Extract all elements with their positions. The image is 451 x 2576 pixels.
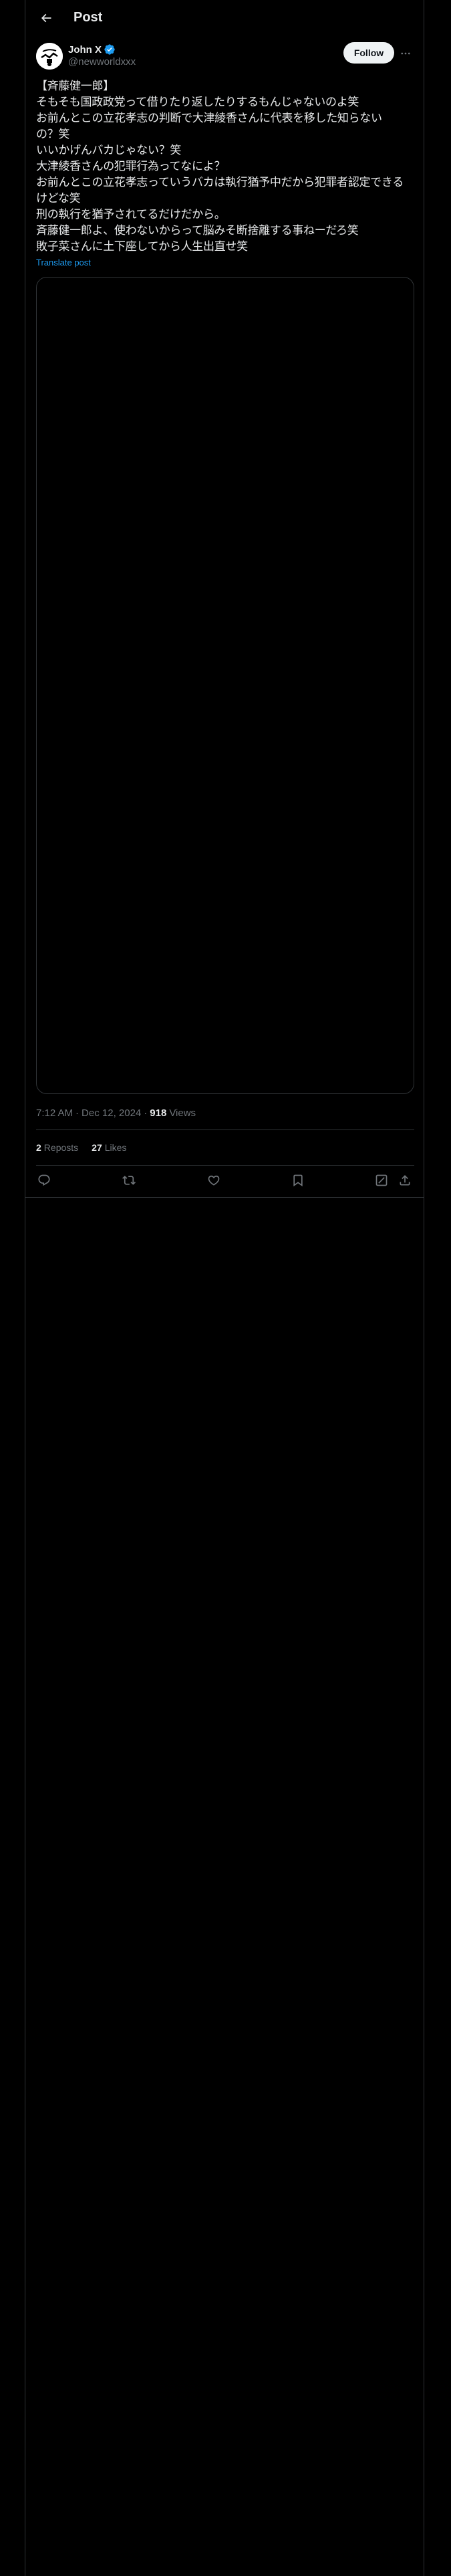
author-name[interactable]: John X (68, 44, 102, 56)
tweet-line: 敗子菜さんに土下座してから人生出直せ笑 (36, 240, 248, 253)
tweet-line: 【斉藤健一郎】 (36, 80, 114, 93)
tweet-line: いいかげんバカじゃない？笑 (36, 144, 182, 157)
divider (36, 1165, 414, 1166)
views-count: 918 (150, 1107, 167, 1119)
reply-icon (37, 1174, 51, 1187)
translate-post-link[interactable]: Translate post (36, 257, 91, 267)
tweet-line: お前んとこの立花孝志の判断で大津綾香さんに代表を移した知らない (36, 112, 382, 125)
tweet-line: 大津綾香さんの犯罪行為ってなによ？ (36, 160, 226, 173)
page-header: Post (25, 0, 424, 35)
repost-icon (122, 1174, 136, 1187)
media-video[interactable] (36, 277, 414, 1094)
likes-stat[interactable]: 27 Likes (92, 1142, 126, 1153)
share-icon (398, 1174, 412, 1187)
meta-separator: · (76, 1107, 80, 1119)
reply-button[interactable] (36, 1172, 52, 1188)
post-time[interactable]: 7:12 AM (36, 1107, 73, 1119)
more-dots-icon (400, 47, 412, 60)
reposts-label: Reposts (43, 1142, 79, 1153)
main-column: Post John X @newworldxxx Follow 【斉藤健一郎】 … (25, 0, 424, 2576)
bookmark-icon (291, 1174, 305, 1187)
heart-icon (207, 1174, 220, 1187)
avatar[interactable] (36, 43, 63, 70)
tweet-line: お前んとこの立花孝志っていうバカは執行猶予中だから犯罪者認定できる (36, 176, 404, 189)
divider (25, 1197, 424, 1198)
arrow-left-icon (39, 11, 53, 25)
post-date[interactable]: Dec 12, 2024 (82, 1107, 141, 1119)
reposts-count: 2 (36, 1142, 41, 1153)
likes-label: Likes (104, 1142, 127, 1153)
reposts-stat[interactable]: 2 Reposts (36, 1142, 78, 1153)
grok-icon (375, 1174, 388, 1187)
author-name-row: John X (68, 43, 116, 56)
follow-button[interactable]: Follow (343, 42, 394, 64)
tweet-line: けどな笑 (36, 192, 81, 205)
repost-button[interactable] (121, 1172, 137, 1188)
post-meta: 7:12 AM · Dec 12, 2024 · 918 Views (36, 1106, 196, 1119)
tweet-text: 【斉藤健一郎】 そもそも国政政党って借りたり返したりするもんじゃないのよ笑 お前… (36, 78, 414, 255)
grok-button[interactable] (373, 1172, 390, 1188)
more-button[interactable] (397, 45, 414, 62)
verified-badge-icon (104, 43, 116, 56)
tweet-line: の？笑 (36, 128, 70, 141)
likes-count: 27 (92, 1142, 102, 1153)
tweet-line: そもそも国政政党って借りたり返したりするもんじゃないのよ笑 (36, 96, 359, 109)
tweet-line: 刑の執行を猶予されてるだけだから。 (36, 208, 226, 221)
post-stats: 2 Reposts 27 Likes (36, 1141, 140, 1154)
bookmark-button[interactable] (290, 1172, 306, 1188)
like-button[interactable] (206, 1172, 222, 1188)
author-handle[interactable]: @newworldxxx (68, 56, 136, 68)
back-button[interactable] (35, 7, 57, 29)
tweet-line: 斉藤健一郎よ、使わないからって脳みそ断捨離する事ねーだろ笑 (36, 224, 359, 237)
share-button[interactable] (397, 1172, 413, 1188)
views-label: Views (169, 1107, 196, 1119)
meta-separator: · (144, 1107, 148, 1119)
page-title: Post (73, 10, 103, 25)
